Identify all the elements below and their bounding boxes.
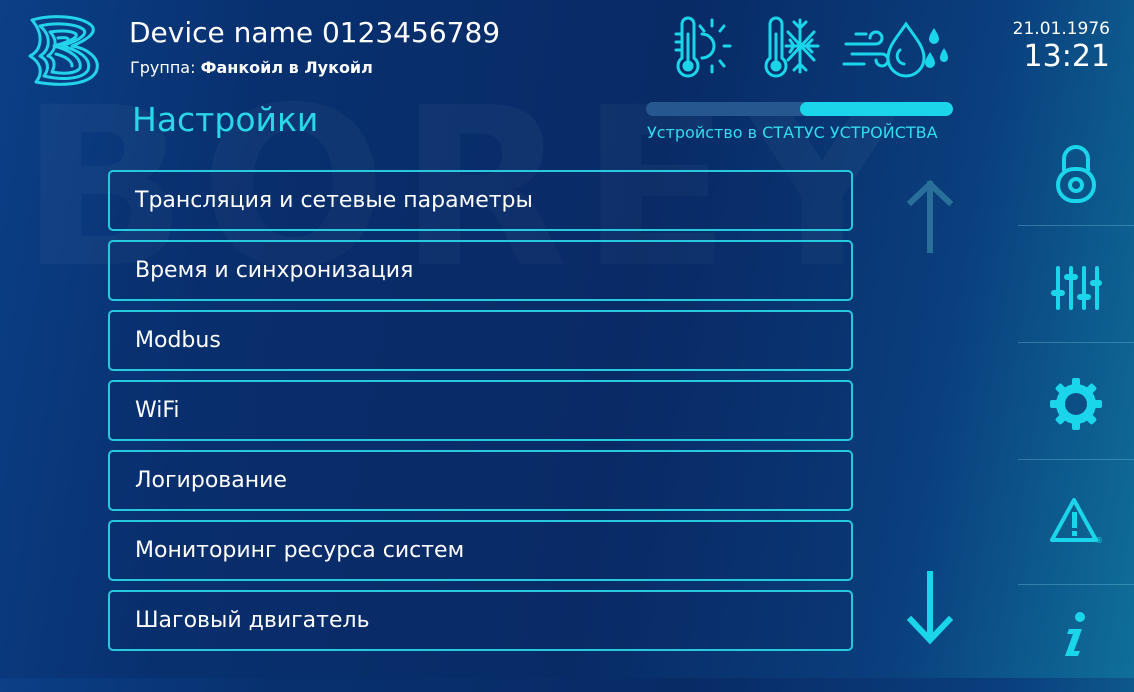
brand-logo-icon <box>28 15 99 86</box>
device-status-text: Устройство в СТАТУС УСТРОЙСТВА <box>647 123 938 142</box>
menu-item-logging[interactable]: Логирование <box>108 450 853 511</box>
device-name: Device name 0123456789 <box>129 16 501 49</box>
info-icon <box>1065 612 1085 656</box>
ventilation-humidity-icon[interactable] <box>842 14 952 80</box>
time-display: 13:21 <box>1023 39 1110 74</box>
date-display: 21.01.1976 <box>1012 19 1110 39</box>
sidebar-info-button[interactable] <box>1018 576 1134 692</box>
sliders-icon <box>1051 266 1102 310</box>
sidebar-settings-button[interactable] <box>1018 346 1134 462</box>
right-sidebar: ® <box>1018 110 1134 678</box>
sidebar-alarms-button[interactable]: ® <box>1018 463 1134 579</box>
heating-mode-icon[interactable] <box>672 14 736 80</box>
warning-icon: ® <box>1050 498 1103 545</box>
lock-icon <box>1056 145 1096 203</box>
menu-item-modbus[interactable]: Modbus <box>108 310 853 371</box>
sidebar-adjustments-button[interactable] <box>1018 230 1134 346</box>
scroll-up-arrow-icon[interactable] <box>905 178 955 253</box>
page-title: Настройки <box>132 100 319 139</box>
menu-item-translation-network[interactable]: Трансляция и сетевые параметры <box>108 170 853 231</box>
group-line: Группа: Фанкойл в Лукойл <box>130 58 373 77</box>
gear-icon <box>1050 378 1102 430</box>
settings-menu: Трансляция и сетевые параметры Время и с… <box>108 170 853 660</box>
menu-item-wifi[interactable]: WiFi <box>108 380 853 441</box>
status-progress-fill <box>799 102 953 116</box>
cooling-mode-icon[interactable] <box>762 14 822 80</box>
svg-text:®: ® <box>1095 536 1103 545</box>
menu-item-time-sync[interactable]: Время и синхронизация <box>108 240 853 301</box>
group-value: Фанкойл в Лукойл <box>200 58 373 77</box>
menu-item-resource-monitoring[interactable]: Мониторинг ресурса систем <box>108 520 853 581</box>
menu-item-stepper-motor[interactable]: Шаговый двигатель <box>108 590 853 651</box>
status-progress-bar <box>646 102 953 116</box>
sidebar-lock-button[interactable] <box>1018 116 1134 232</box>
scroll-down-arrow-icon[interactable] <box>905 570 955 646</box>
group-label: Группа: <box>130 58 196 77</box>
